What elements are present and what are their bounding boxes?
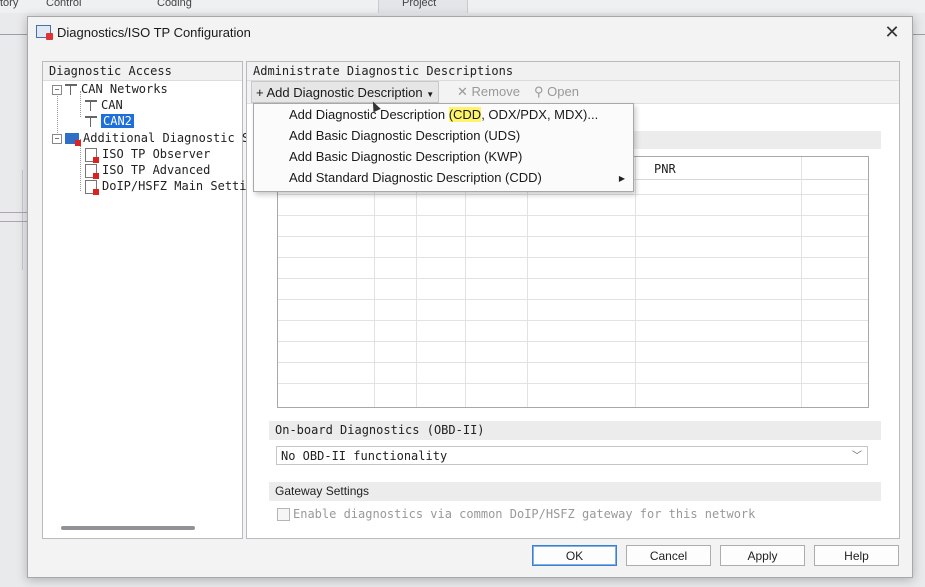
- open-button[interactable]: ⚲ Open: [534, 81, 579, 103]
- obd-select[interactable]: No OBD-II functionality ﹀: [276, 446, 868, 465]
- remove-button-label: Remove: [471, 84, 520, 99]
- tree-label: Additional Diagnostic Se: [83, 131, 257, 145]
- settings-page-icon: [85, 179, 99, 195]
- settings-page-icon: [85, 163, 99, 179]
- tree-item-can[interactable]: CAN: [85, 97, 123, 113]
- tree-item-can2[interactable]: CAN2: [85, 113, 134, 129]
- gateway-checkbox-label: Enable diagnostics via common DoIP/HSFZ …: [293, 507, 756, 521]
- ok-button[interactable]: OK: [532, 545, 617, 566]
- menu-item-text: , ODX/PDX, MDX)...: [481, 107, 599, 122]
- bg-menu-coding: Coding: [157, 0, 192, 9]
- diagnostic-descriptions-header: Administrate Diagnostic Descriptions: [247, 62, 899, 81]
- network-icon: [85, 115, 97, 128]
- apply-button[interactable]: Apply: [720, 545, 805, 566]
- descriptions-toolbar: + Add Diagnostic Description ▼ ✕ Remove …: [247, 81, 899, 104]
- tree-label: CAN Networks: [81, 82, 168, 96]
- diagnostics-dialog: Diagnostics/ISO TP Configuration ✕ Diagn…: [27, 16, 913, 578]
- menu-item-add-basic-kwp[interactable]: Add Basic Diagnostic Description (KWP): [289, 147, 522, 167]
- menu-item-add-standard-cdd[interactable]: Add Standard Diagnostic Description (CDD…: [289, 168, 542, 188]
- dialog-title: Diagnostics/ISO TP Configuration: [57, 25, 251, 40]
- bg-divider: [0, 34, 30, 35]
- dropdown-arrow-icon: ▼: [426, 90, 435, 99]
- tree-item-doip-hsfz[interactable]: DoIP/HSFZ Main Settin: [85, 178, 254, 195]
- bg-menu-history: tory: [0, 0, 19, 9]
- dialog-app-icon: [36, 25, 53, 40]
- tree-item-iso-tp-observer[interactable]: ISO TP Observer: [85, 146, 211, 163]
- tree-item-can-networks[interactable]: CAN Networks: [65, 81, 168, 97]
- menu-item-text: Add Diagnostic Description: [289, 107, 449, 122]
- menu-item-add-basic-uds[interactable]: Add Basic Diagnostic Description (UDS): [289, 126, 520, 146]
- bg-bus-line: [0, 212, 30, 222]
- add-diagnostic-description-button[interactable]: + Add Diagnostic Description ▼: [251, 81, 440, 103]
- table-row-divider: [278, 236, 868, 237]
- diagnostic-access-panel: Diagnostic Access − CAN Networks CAN CAN…: [42, 61, 256, 539]
- obd-section-header: On-board Diagnostics (OBD-II): [269, 421, 881, 440]
- settings-page-icon: [85, 147, 99, 163]
- table-row-divider: [278, 383, 868, 384]
- table-row-divider: [278, 320, 868, 321]
- diagnostic-access-header: Diagnostic Access: [43, 62, 242, 81]
- network-icon: [85, 99, 97, 112]
- gateway-checkbox[interactable]: [277, 508, 290, 521]
- horizontal-scrollbar[interactable]: [61, 526, 195, 530]
- add-button-label: Add Diagnostic Description: [266, 85, 423, 100]
- tree-label: ISO TP Advanced: [102, 163, 211, 177]
- menu-item-highlight: (CDD: [448, 107, 482, 122]
- table-row-divider: [278, 194, 868, 195]
- tree-label: DoIP/HSFZ Main Settin: [102, 179, 254, 193]
- bg-menu-project: Project: [402, 0, 437, 9]
- close-icon[interactable]: ✕: [880, 21, 904, 43]
- tree-item-iso-tp-advanced[interactable]: ISO TP Advanced: [85, 162, 211, 179]
- table-row-divider: [278, 215, 868, 216]
- tree-connector: [80, 139, 81, 191]
- folder-icon: [65, 133, 81, 146]
- chevron-down-icon: ﹀: [852, 451, 862, 462]
- tree-item-additional-diagnostic[interactable]: Additional Diagnostic Se: [65, 130, 256, 146]
- obd-selected-value: No OBD-II functionality: [281, 449, 448, 463]
- add-description-dropdown-menu: Add Diagnostic Description (CDD, ODX/PDX…: [253, 103, 634, 192]
- table-row-divider: [278, 257, 868, 258]
- collapse-additional-icon[interactable]: −: [52, 134, 62, 144]
- remove-button[interactable]: ✕ Remove: [457, 81, 520, 103]
- submenu-arrow-icon: ▶: [618, 174, 625, 183]
- table-row-divider: [278, 278, 868, 279]
- gateway-checkbox-row[interactable]: Enable diagnostics via common DoIP/HSFZ …: [277, 507, 755, 521]
- collapse-can-networks-icon[interactable]: −: [52, 85, 62, 95]
- gateway-section-header: Gateway Settings: [269, 482, 881, 501]
- tree-label: CAN: [101, 98, 123, 112]
- help-button[interactable]: Help: [814, 545, 899, 566]
- tree-label: ISO TP Observer: [102, 147, 211, 161]
- dialog-titlebar: Diagnostics/ISO TP Configuration ✕: [28, 17, 912, 49]
- table-row-divider: [278, 299, 868, 300]
- remove-icon: ✕: [457, 84, 468, 99]
- plus-icon: +: [256, 85, 264, 100]
- descriptions-table[interactable]: PNR: [277, 156, 869, 408]
- bg-menu-control: Control: [46, 0, 82, 9]
- network-icon: [65, 83, 77, 96]
- cancel-button[interactable]: Cancel: [626, 545, 711, 566]
- open-button-label: Open: [547, 84, 579, 99]
- bulb-icon: ⚲: [534, 84, 544, 99]
- table-row-divider: [278, 362, 868, 363]
- background-menu-bar: tory Control Coding Project: [0, 0, 925, 13]
- table-row-divider: [278, 341, 868, 342]
- column-header-pnr: PNR: [654, 162, 676, 176]
- menu-item-add-diagnostic-description[interactable]: Add Diagnostic Description (CDD, ODX/PDX…: [289, 105, 598, 125]
- tree-label-selected: CAN2: [101, 114, 134, 128]
